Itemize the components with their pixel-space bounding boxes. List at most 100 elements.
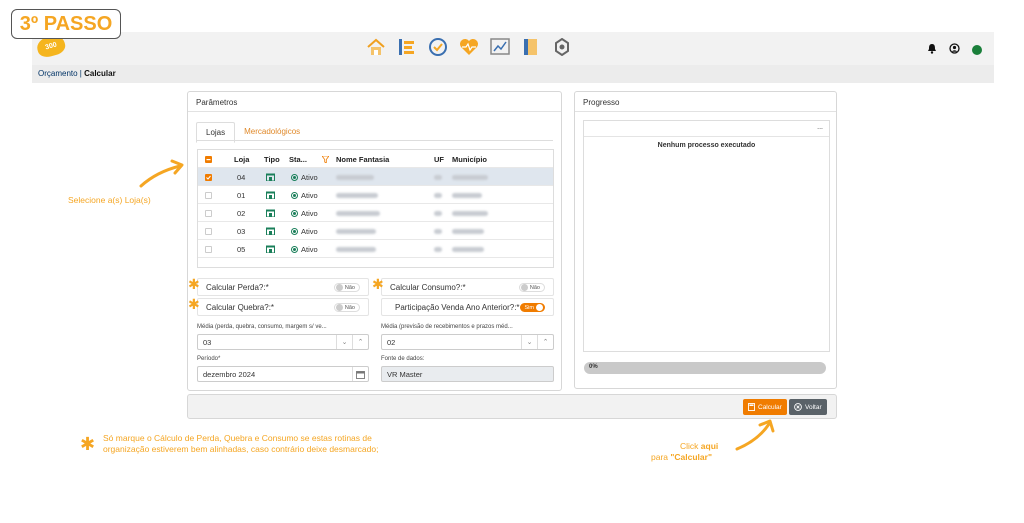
col-municipio[interactable]: Município	[452, 150, 487, 168]
chart-icon[interactable]	[489, 36, 511, 58]
store-icon	[266, 240, 275, 258]
store-icon	[266, 186, 275, 204]
row-nome-fantasia	[336, 204, 380, 222]
media1-value: 03	[203, 337, 212, 347]
breadcrumb-current: Calcular	[84, 69, 116, 78]
progresso-panel: Progresso ... Nenhum processo executado …	[574, 91, 837, 389]
row-checkbox[interactable]	[205, 245, 212, 253]
table-row[interactable]: 02 Ativo	[198, 204, 553, 222]
table-row[interactable]: 03 Ativo	[198, 222, 553, 240]
row-nome-fantasia	[336, 168, 374, 186]
row-checkbox[interactable]	[205, 173, 212, 181]
row-loja: 04	[237, 172, 246, 182]
home-icon[interactable]	[365, 36, 387, 58]
table-row[interactable]: 05 Ativo	[198, 240, 553, 258]
note-line-2: organização estiverem bem alinhadas, cas…	[103, 444, 379, 454]
calcular-consumo-toggle[interactable]: Não	[518, 283, 545, 292]
star-icon: ✱	[372, 276, 384, 292]
row-nome-fantasia	[336, 240, 376, 258]
col-uf[interactable]: UF	[434, 150, 444, 168]
click-hint-line-1: Click aqui	[680, 441, 719, 451]
list-icon[interactable]	[396, 36, 418, 58]
col-nome-fantasia[interactable]: Nome Fantasia	[336, 150, 389, 168]
row-uf	[434, 222, 442, 240]
calcular-consumo-value: Não	[529, 284, 540, 291]
calendar-icon[interactable]	[352, 367, 368, 381]
chevron-up-icon[interactable]: ⌃	[352, 335, 368, 349]
row-loja: 05	[237, 244, 246, 254]
calcular-perda-option: Calcular Perda?:* Não	[197, 278, 369, 296]
user-icon[interactable]	[949, 41, 960, 59]
calcular-perda-value: Não	[344, 284, 355, 291]
row-loja: 01	[237, 190, 246, 200]
calcular-button[interactable]: Calcular	[743, 399, 787, 415]
store-icon	[266, 204, 275, 222]
breadcrumb-parent[interactable]: Orçamento	[38, 69, 78, 78]
check-circle-icon[interactable]	[427, 36, 449, 58]
row-loja: 03	[237, 226, 246, 236]
media1-label: Média (perda, quebra, consumo, margem s/…	[197, 324, 327, 330]
note-line-1: Só marque o Cálculo de Perda, Quebra e C…	[103, 433, 372, 443]
gear-icon[interactable]	[551, 36, 573, 58]
star-icon: ✱	[188, 296, 200, 312]
progress-label: 0%	[589, 364, 598, 370]
chevron-down-icon[interactable]: ⌄	[336, 335, 352, 349]
select-all-checkbox[interactable]	[205, 155, 212, 163]
more-icon[interactable]: ...	[817, 124, 823, 131]
col-status[interactable]: Sta...	[289, 150, 307, 168]
row-uf	[434, 204, 442, 222]
media2-field[interactable]: 02 ⌄ ⌃	[381, 334, 554, 350]
arrow-to-calcular-icon	[735, 419, 775, 451]
progresso-list: ... Nenhum processo executado	[583, 120, 830, 352]
participacao-venda-value: Sim	[524, 304, 534, 311]
grid-header: Loja Tipo Sta... Nome Fantasia UF Municí…	[198, 150, 553, 168]
row-status: Ativo	[301, 208, 318, 218]
col-loja[interactable]: Loja	[234, 150, 249, 168]
step-badge: 3º PASSO	[11, 9, 121, 39]
filter-icon[interactable]	[322, 150, 329, 168]
breadcrumb: Orçamento | Calcular	[32, 65, 994, 83]
row-municipio	[452, 240, 484, 258]
calcular-quebra-label: Calcular Quebra?:*	[206, 302, 275, 312]
row-checkbox[interactable]	[205, 209, 212, 217]
chevron-up-icon[interactable]: ⌃	[537, 335, 553, 349]
calculator-icon	[748, 403, 755, 411]
participacao-venda-option: Participação Venda Ano Anterior?:* Sim	[381, 298, 554, 316]
row-municipio	[452, 168, 488, 186]
calcular-perda-toggle[interactable]: Não	[333, 283, 360, 292]
book-icon[interactable]	[520, 36, 542, 58]
star-icon: ✱	[188, 276, 200, 292]
row-checkbox[interactable]	[205, 227, 212, 235]
calcular-label: Calcular	[758, 403, 782, 411]
table-row[interactable]: 04 Ativo	[198, 168, 553, 186]
table-row[interactable]: 01 Ativo	[198, 186, 553, 204]
chevron-down-icon[interactable]: ⌄	[521, 335, 537, 349]
bell-icon[interactable]	[927, 41, 937, 59]
row-uf	[434, 186, 442, 204]
participacao-venda-label: Participação Venda Ano Anterior?:*	[395, 302, 520, 312]
calcular-perda-label: Calcular Perda?:*	[206, 282, 269, 292]
row-checkbox[interactable]	[205, 191, 212, 199]
close-circle-icon	[794, 403, 802, 411]
calcular-quebra-option: Calcular Quebra?:* Não	[197, 298, 369, 316]
col-tipo[interactable]: Tipo	[264, 150, 280, 168]
periodo-field[interactable]: dezembro 2024	[197, 366, 369, 382]
media2-label: Média (previsão de recebimentos e prazos…	[381, 324, 513, 330]
store-icon	[266, 168, 275, 186]
tab-divider	[196, 140, 553, 141]
progresso-title: Progresso	[575, 92, 836, 112]
media1-field[interactable]: 03 ⌄ ⌃	[197, 334, 369, 350]
voltar-button[interactable]: Voltar	[789, 399, 827, 415]
participacao-venda-toggle[interactable]: Sim	[519, 303, 545, 312]
heart-pulse-icon[interactable]	[458, 36, 480, 58]
empty-message: Nenhum processo executado	[657, 142, 756, 149]
parametros-title: Parâmetros	[188, 92, 561, 112]
media2-value: 02	[387, 337, 396, 347]
top-navbar: 300	[32, 32, 994, 65]
row-municipio	[452, 204, 488, 222]
fonte-label: Fonte de dados:	[381, 356, 425, 362]
progresso-list-header: ...	[584, 121, 829, 137]
calcular-quebra-toggle[interactable]: Não	[333, 303, 360, 312]
select-loja-hint: Selecione a(s) Loja(s)	[68, 195, 151, 205]
status-radio-icon	[291, 191, 298, 199]
